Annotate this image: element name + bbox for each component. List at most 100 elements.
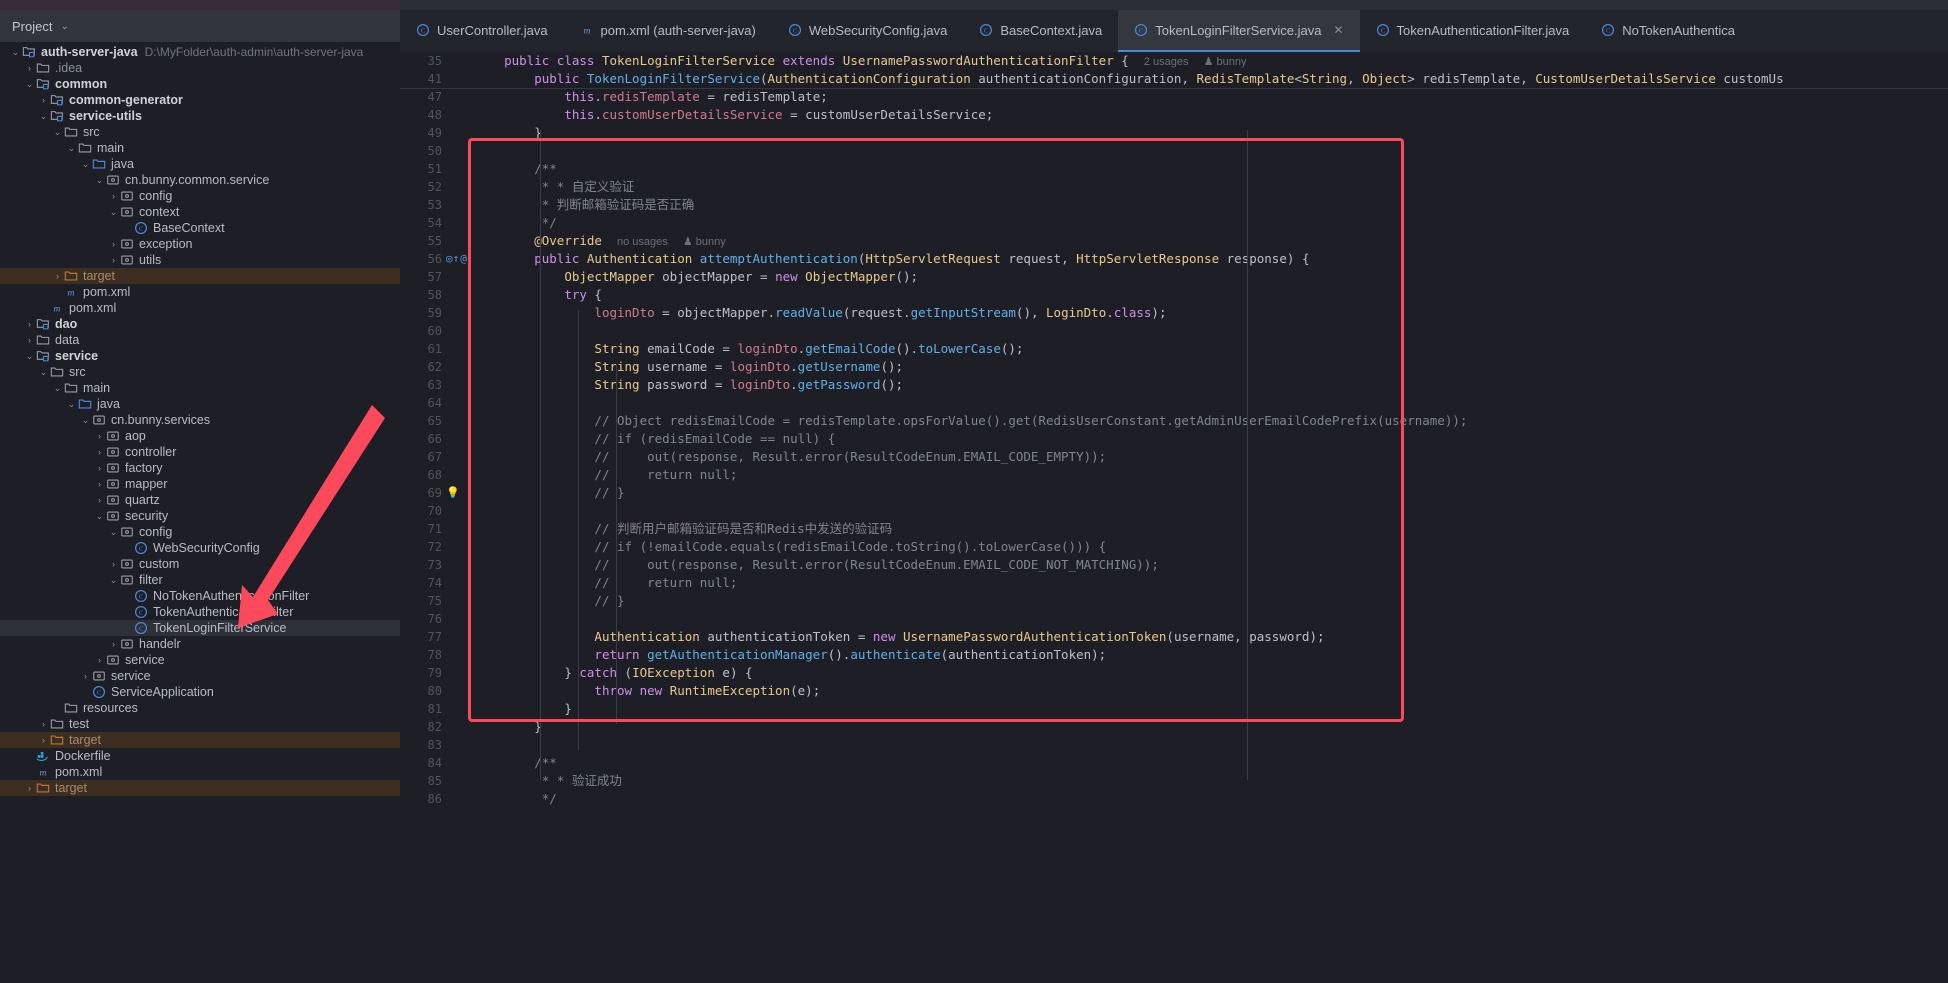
tree-item[interactable]: C TokenAuthenticationFilter xyxy=(0,604,400,620)
chevron-right-icon[interactable]: › xyxy=(52,268,63,284)
code-line[interactable]: 66 // if (redisEmailCode == null) { xyxy=(400,430,1948,448)
chevron-down-icon[interactable]: ⌄ xyxy=(66,396,77,412)
tree-item[interactable]: ⌄ auth-server-java D:\MyFolder\auth-admin\… xyxy=(0,44,400,60)
tree-item[interactable]: m pom.xml xyxy=(0,284,400,300)
tree-item[interactable]: C BaseContext xyxy=(0,220,400,236)
tree-item[interactable]: ⌄ src xyxy=(0,364,400,380)
chevron-right-icon[interactable]: › xyxy=(38,716,49,732)
tree-item[interactable]: › mapper xyxy=(0,476,400,492)
code-line[interactable]: 71 // 判断用户邮箱验证码是否和Redis中发送的验证码 xyxy=(400,520,1948,538)
tree-item[interactable]: ⌄ cn.bunny.common.service xyxy=(0,172,400,188)
tree-item[interactable]: resources xyxy=(0,700,400,716)
code-line[interactable]: 59 loginDto = objectMapper.readValue(req… xyxy=(400,304,1948,322)
override-method-icon[interactable]: ◎↑ xyxy=(446,250,459,268)
tree-item[interactable]: C ServiceApplication xyxy=(0,684,400,700)
tree-item[interactable]: › custom xyxy=(0,556,400,572)
editor-tab[interactable]: m pom.xml (auth-server-java) xyxy=(564,10,772,52)
chevron-right-icon[interactable]: › xyxy=(94,652,105,668)
chevron-down-icon[interactable]: ⌄ xyxy=(60,21,68,32)
tree-item[interactable]: › dao xyxy=(0,316,400,332)
code-line[interactable]: 86 */ xyxy=(400,790,1948,808)
editor-tab[interactable]: C TokenAuthenticationFilter.java xyxy=(1360,10,1586,52)
code-lines[interactable]: 47 this.redisTemplate = redisTemplate; 48… xyxy=(400,88,1948,808)
code-line[interactable]: 57 ObjectMapper objectMapper = new Objec… xyxy=(400,268,1948,286)
chevron-down-icon[interactable]: ⌄ xyxy=(80,412,91,428)
tree-item[interactable]: › exception xyxy=(0,236,400,252)
editor-tab[interactable]: C UserController.java xyxy=(400,10,564,52)
chevron-down-icon[interactable]: ⌄ xyxy=(10,44,21,60)
code-line[interactable]: 50 xyxy=(400,142,1948,160)
code-line[interactable]: 68 // return null; xyxy=(400,466,1948,484)
code-line[interactable]: 85 * * 验证成功 xyxy=(400,772,1948,790)
chevron-down-icon[interactable]: ⌄ xyxy=(108,204,119,220)
code-line[interactable]: 84 /** xyxy=(400,754,1948,772)
code-line[interactable]: 65 // Object redisEmailCode = redisTempl… xyxy=(400,412,1948,430)
chevron-down-icon[interactable]: ⌄ xyxy=(66,140,77,156)
tree-item[interactable]: ⌄ cn.bunny.services xyxy=(0,412,400,428)
chevron-right-icon[interactable]: › xyxy=(94,492,105,508)
code-line[interactable]: 63 String password = loginDto.getPasswor… xyxy=(400,376,1948,394)
code-editor[interactable]: 35 public class TokenLoginFilterService … xyxy=(400,52,1948,983)
tree-item[interactable]: C NoTokenAuthenticationFilter xyxy=(0,588,400,604)
code-line[interactable]: 53 * 判断邮箱验证码是否正确 xyxy=(400,196,1948,214)
tree-item[interactable]: C WebSecurityConfig xyxy=(0,540,400,556)
chevron-down-icon[interactable]: ⌄ xyxy=(52,124,63,140)
tree-item[interactable]: ⌄ main xyxy=(0,140,400,156)
code-line[interactable]: 62 String username = loginDto.getUsernam… xyxy=(400,358,1948,376)
chevron-right-icon[interactable]: › xyxy=(94,476,105,492)
tree-item[interactable]: › config xyxy=(0,188,400,204)
chevron-down-icon[interactable]: ⌄ xyxy=(80,156,91,172)
code-line[interactable]: 61 String emailCode = loginDto.getEmailC… xyxy=(400,340,1948,358)
tree-item[interactable]: ⌄ security xyxy=(0,508,400,524)
chevron-right-icon[interactable]: › xyxy=(108,556,119,572)
code-line[interactable]: 82 } xyxy=(400,718,1948,736)
chevron-down-icon[interactable]: ⌄ xyxy=(38,364,49,380)
close-icon[interactable]: ✕ xyxy=(1333,23,1343,37)
chevron-down-icon[interactable]: ⌄ xyxy=(24,76,35,92)
code-line[interactable]: 47 this.redisTemplate = redisTemplate; xyxy=(400,88,1948,106)
code-line[interactable]: 72 // if (!emailCode.equals(redisEmailCo… xyxy=(400,538,1948,556)
annotation-icon[interactable]: @ xyxy=(460,250,467,268)
tree-item[interactable]: › aop xyxy=(0,428,400,444)
tree-item[interactable]: › quartz xyxy=(0,492,400,508)
code-line[interactable]: 78 return getAuthenticationManager().aut… xyxy=(400,646,1948,664)
code-line[interactable]: 56 ◎↑ @ public Authentication attemptAuthe… xyxy=(400,250,1948,268)
editor-tab[interactable]: C WebSecurityConfig.java xyxy=(772,10,964,52)
chevron-down-icon[interactable]: ⌄ xyxy=(94,508,105,524)
code-line[interactable]: 55 @Override no usages ♟ bunny xyxy=(400,232,1948,250)
code-line[interactable]: 41 public TokenLoginFilterService(Authen… xyxy=(400,70,1948,88)
code-line[interactable]: 54 */ xyxy=(400,214,1948,232)
tree-item[interactable]: ⌄ service xyxy=(0,348,400,364)
editor-tab-bar[interactable]: C UserController.java m pom.xml (auth-serve… xyxy=(400,10,1948,52)
code-line[interactable]: 77 Authentication authenticationToken = … xyxy=(400,628,1948,646)
code-line[interactable]: 51 /** xyxy=(400,160,1948,178)
project-tool-window-header[interactable]: Project ⌄ xyxy=(0,10,400,42)
chevron-right-icon[interactable]: › xyxy=(94,444,105,460)
code-line[interactable]: 69 💡 // } xyxy=(400,484,1948,502)
code-line[interactable]: 74 // return null; xyxy=(400,574,1948,592)
tree-item[interactable]: › handelr xyxy=(0,636,400,652)
tree-item[interactable]: › data xyxy=(0,332,400,348)
tree-item[interactable]: › test xyxy=(0,716,400,732)
code-line[interactable]: 79 } catch (IOException e) { xyxy=(400,664,1948,682)
code-line[interactable]: 76 xyxy=(400,610,1948,628)
tree-item[interactable]: ⌄ java xyxy=(0,396,400,412)
tree-item[interactable]: ⌄ src xyxy=(0,124,400,140)
code-line[interactable]: 58 try { xyxy=(400,286,1948,304)
chevron-down-icon[interactable]: ⌄ xyxy=(108,572,119,588)
tree-item[interactable]: ⌄ config xyxy=(0,524,400,540)
tree-item[interactable]: ⌄ context xyxy=(0,204,400,220)
chevron-right-icon[interactable]: › xyxy=(108,636,119,652)
code-line[interactable]: 64 xyxy=(400,394,1948,412)
tree-item[interactable]: › controller xyxy=(0,444,400,460)
tree-item[interactable]: › service xyxy=(0,652,400,668)
tree-item[interactable]: ⌄ java xyxy=(0,156,400,172)
intention-bulb-icon[interactable]: 💡 xyxy=(446,484,460,502)
tree-item[interactable]: › target xyxy=(0,268,400,284)
project-tree[interactable]: ⌄ auth-server-java D:\MyFolder\auth-admin\… xyxy=(0,42,400,983)
chevron-down-icon[interactable]: ⌄ xyxy=(38,108,49,124)
tree-item[interactable]: › target xyxy=(0,732,400,748)
code-line[interactable]: 70 xyxy=(400,502,1948,520)
tree-item[interactable]: › .idea xyxy=(0,60,400,76)
tree-item[interactable]: › common-generator xyxy=(0,92,400,108)
